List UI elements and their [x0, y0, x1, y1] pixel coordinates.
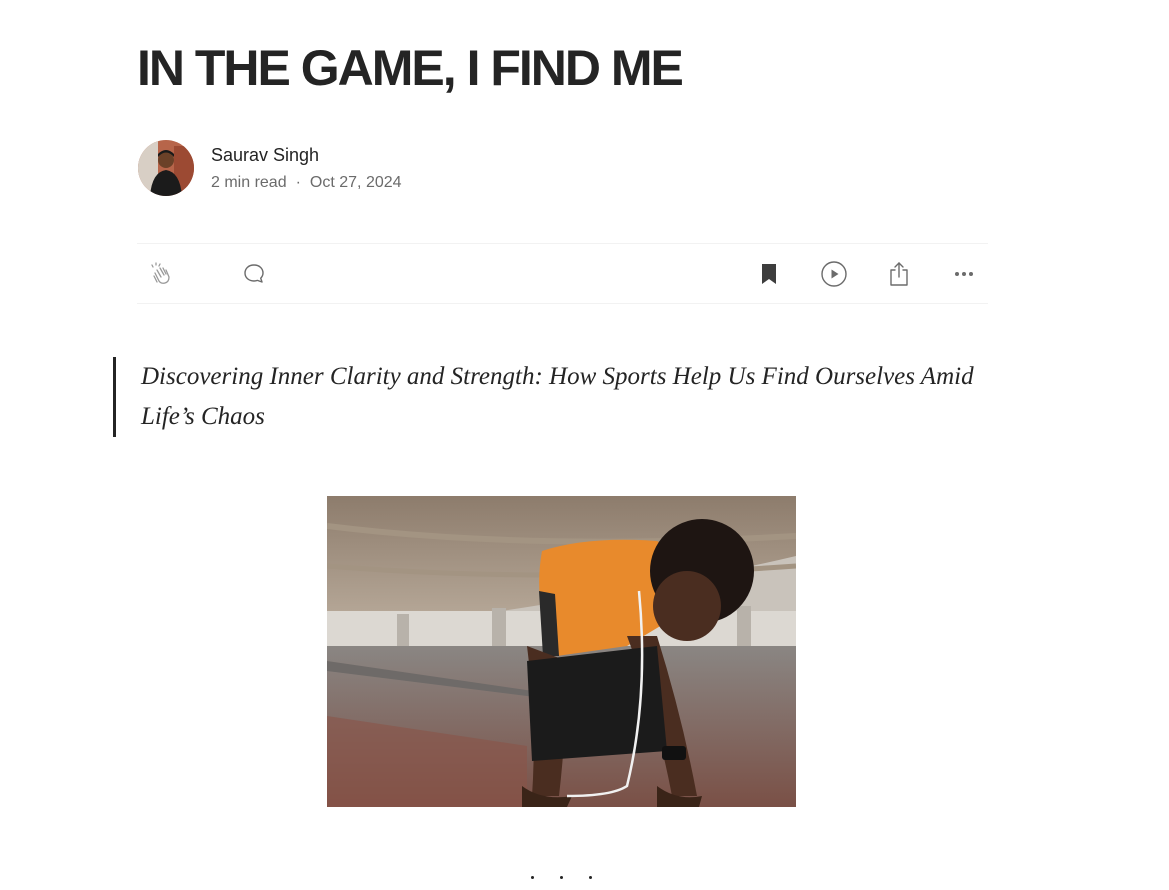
article-title: IN THE GAME, I FIND ME — [137, 40, 684, 96]
comment-icon — [244, 264, 264, 283]
author-name[interactable]: Saurav Singh — [211, 144, 402, 166]
section-separator — [520, 870, 600, 890]
clap-icon — [151, 262, 170, 284]
article-hero-image — [327, 496, 796, 807]
share-icon — [890, 262, 908, 286]
publish-date: Oct 27, 2024 — [309, 173, 402, 191]
comment-button[interactable] — [240, 260, 268, 288]
bookmark-icon — [762, 264, 776, 284]
share-button[interactable] — [885, 260, 913, 288]
author-block: Saurav Singh 2 min read · Oct 27, 2024 — [138, 139, 402, 197]
meta-separator: · — [295, 173, 301, 191]
more-button[interactable] — [950, 260, 978, 288]
article-subtitle: Discovering Inner Clarity and Strength: … — [141, 363, 974, 430]
read-time: 2 min read — [211, 173, 287, 191]
bookmark-button[interactable] — [755, 260, 783, 288]
listen-button[interactable] — [820, 260, 848, 288]
play-icon — [821, 261, 847, 287]
article-subtitle-quote: Discovering Inner Clarity and Strength: … — [113, 357, 1021, 437]
article-action-bar — [137, 243, 988, 304]
article-meta: 2 min read · Oct 27, 2024 — [211, 173, 402, 193]
clap-button[interactable] — [147, 260, 175, 288]
more-icon — [955, 272, 973, 276]
author-avatar[interactable] — [138, 140, 194, 196]
